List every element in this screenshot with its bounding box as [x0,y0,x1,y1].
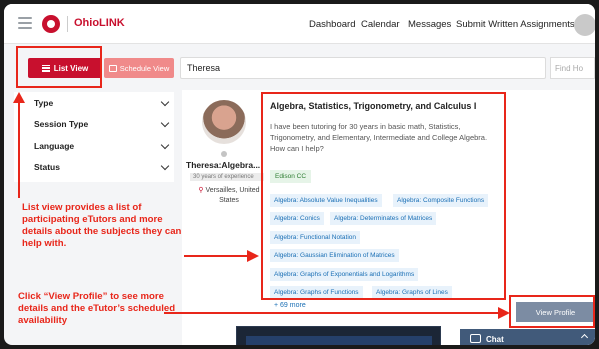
chat-icon [470,334,481,343]
hamburger-menu-icon[interactable] [18,17,32,29]
chevron-down-icon[interactable] [160,140,170,150]
top-bar: OhioLINK Dashboard Calendar Messages Sub… [4,4,595,44]
filter-type[interactable]: Type [34,98,53,108]
location-line-2: States [219,197,239,204]
status-dot [221,151,227,157]
dark-overlay-inner [246,336,432,345]
highlight-view-profile [509,295,595,328]
brand-name[interactable]: OhioLINK [74,17,125,29]
divider [67,16,68,32]
chat-button[interactable]: Chat [460,329,595,345]
annotation-arrow [184,255,248,257]
arrowhead-right [498,307,510,319]
schedule-view-label: Schedule View [119,63,170,73]
nav-calendar[interactable]: Calendar [361,19,400,30]
tutor-location: ⚲ Versailles, United States [192,186,266,206]
annotation-arrow [18,102,20,198]
find-hours-input[interactable]: Find Ho [550,57,595,79]
nav-dashboard[interactable]: Dashboard [309,19,355,30]
schedule-view-button[interactable]: Schedule View [104,58,174,78]
ohiolink-logo[interactable] [42,15,60,33]
filter-status[interactable]: Status [34,162,60,172]
chat-label: Chat [486,334,504,344]
more-tags-link[interactable]: + 69 more [274,302,306,309]
annotation-arrow [164,312,500,314]
arrowhead-up [13,92,25,103]
app-window: OhioLINK Dashboard Calendar Messages Sub… [4,4,595,345]
calendar-icon [108,64,117,72]
chevron-down-icon[interactable] [160,97,170,107]
experience-badge: 30 years of experience [190,173,264,181]
nav-submit-written-assignments[interactable]: Submit Written Assignments [456,19,575,30]
chevron-up-icon [580,333,589,342]
user-avatar[interactable] [574,14,595,36]
annotation-list-view: List view provides a list of participati… [22,202,182,249]
highlight-list-view [16,46,102,88]
nav-messages[interactable]: Messages [408,19,451,30]
annotation-view-profile: Click “View Profile” to see more details… [18,291,176,326]
filter-session-type[interactable]: Session Type [34,119,88,129]
chevron-down-icon[interactable] [160,118,170,128]
tutor-photo[interactable] [202,100,246,144]
tutor-name[interactable]: Theresa:Algebra... [186,160,264,170]
search-input[interactable]: Theresa [180,57,546,79]
filter-panel: Type Session Type Language Status [14,92,174,182]
arrowhead-right [247,250,259,262]
filter-language[interactable]: Language [34,141,74,151]
highlight-subject-details [261,92,506,300]
chevron-down-icon[interactable] [160,161,170,171]
location-line-1: Versailles, United [205,187,260,194]
